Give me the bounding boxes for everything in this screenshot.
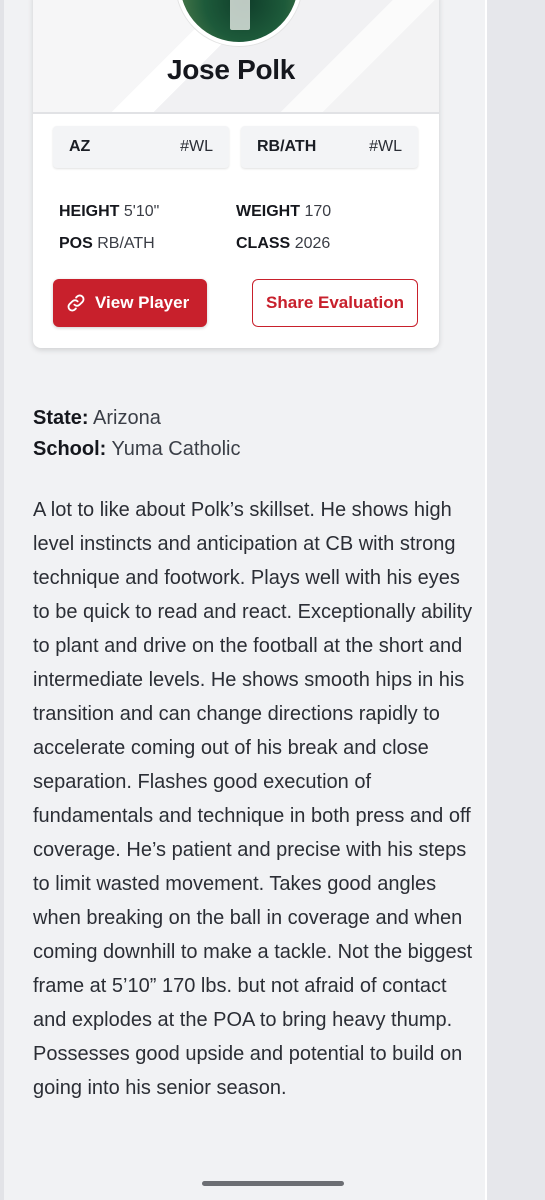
home-indicator[interactable] [202, 1181, 344, 1186]
player-name: Jose Polk [166, 54, 296, 85]
evaluation-text: A lot to like about Polk’s skillset. He … [33, 499, 473, 1099]
position-chip-label: RB/ATH [257, 138, 317, 155]
weight-label: WEIGHT [236, 203, 300, 220]
view-player-button[interactable]: View Player [53, 279, 207, 327]
player-avatar [176, 0, 302, 46]
link-icon [67, 294, 85, 312]
height-label: HEIGHT [59, 203, 120, 220]
school-line: School: Yuma Catholic [33, 438, 241, 461]
position-chip-rank: #WL [369, 138, 402, 155]
state-line: State: Arizona [33, 407, 161, 430]
height-stat: HEIGHT 5'10" [59, 203, 159, 221]
class-label: CLASS [236, 235, 291, 252]
player-card: Jose Polk AZ #WL RB/ATH #WL HEIGHT 5'10"… [33, 0, 439, 348]
school-label: School: [33, 438, 107, 460]
weight-stat: WEIGHT 170 [236, 203, 331, 221]
class-stat: CLASS 2026 [236, 235, 330, 253]
position-rank-chip: RB/ATH #WL [241, 126, 418, 168]
class-value: 2026 [294, 235, 331, 252]
weight-value: 170 [304, 203, 332, 220]
pos-value: RB/ATH [97, 235, 155, 252]
pos-label: POS [59, 235, 93, 252]
position-stat: POS RB/ATH [59, 235, 155, 253]
state-chip-rank: #WL [180, 138, 213, 155]
state-rank-chip: AZ #WL [53, 126, 229, 168]
school-value: Yuma Catholic [111, 438, 241, 460]
right-margin-strip [487, 0, 545, 1200]
height-value: 5'10" [123, 203, 160, 220]
state-value: Arizona [93, 407, 161, 429]
view-player-label: View Player [95, 293, 190, 312]
share-evaluation-button[interactable]: Share Evaluation [252, 279, 418, 327]
state-chip-label: AZ [69, 138, 91, 155]
avatar-photo-figure [230, 0, 250, 30]
state-label: State: [33, 407, 89, 429]
player-card-header: Jose Polk [33, 0, 439, 114]
